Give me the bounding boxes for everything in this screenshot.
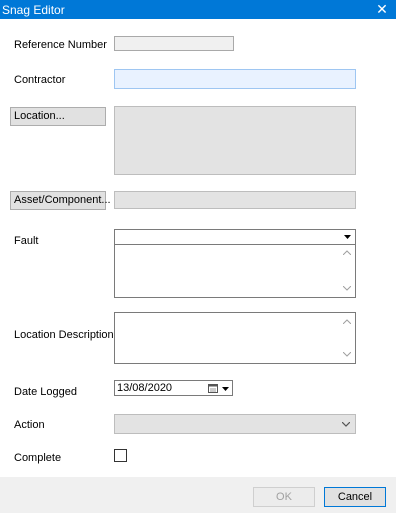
complete-checkbox[interactable] <box>114 449 127 462</box>
asset-component-field <box>114 191 356 209</box>
fault-label: Fault <box>14 235 39 247</box>
scroll-down-icon <box>343 352 351 357</box>
close-icon: ✕ <box>376 1 388 17</box>
date-logged-value: 13/08/2020 <box>117 382 173 394</box>
action-label: Action <box>14 419 45 431</box>
action-select[interactable] <box>114 414 356 434</box>
chevron-down-icon <box>342 422 350 427</box>
fault-details-textarea[interactable] <box>114 244 356 298</box>
fault-select[interactable] <box>114 229 356 245</box>
contractor-input[interactable] <box>114 69 356 89</box>
asset-component-button[interactable]: Asset/Component... <box>10 191 111 210</box>
reference-number-label: Reference Number <box>14 39 107 51</box>
contractor-label: Contractor <box>14 74 66 86</box>
cancel-button[interactable]: Cancel <box>324 487 386 507</box>
date-logged-label: Date Logged <box>14 386 77 398</box>
ok-button[interactable]: OK <box>253 487 315 507</box>
triangle-down-icon[interactable] <box>222 387 229 391</box>
complete-label: Complete <box>14 452 62 464</box>
location-field <box>114 106 356 175</box>
scroll-up-icon <box>343 319 351 324</box>
window-title: Snag Editor <box>2 3 65 17</box>
location-description-textarea[interactable] <box>114 312 356 364</box>
title-bar: Snag Editor ✕ <box>0 0 396 19</box>
location-button[interactable]: Location... <box>10 107 106 126</box>
calendar-icon[interactable] <box>208 384 218 393</box>
close-button[interactable]: ✕ <box>368 0 396 19</box>
location-description-label: Location Description <box>14 329 114 341</box>
triangle-down-icon <box>344 235 351 239</box>
scroll-up-icon <box>343 250 351 255</box>
reference-number-field[interactable] <box>114 36 234 51</box>
scroll-down-icon <box>343 286 351 291</box>
footer-bar: OK Cancel <box>0 477 396 513</box>
date-logged-picker[interactable]: 13/08/2020 <box>114 380 233 396</box>
